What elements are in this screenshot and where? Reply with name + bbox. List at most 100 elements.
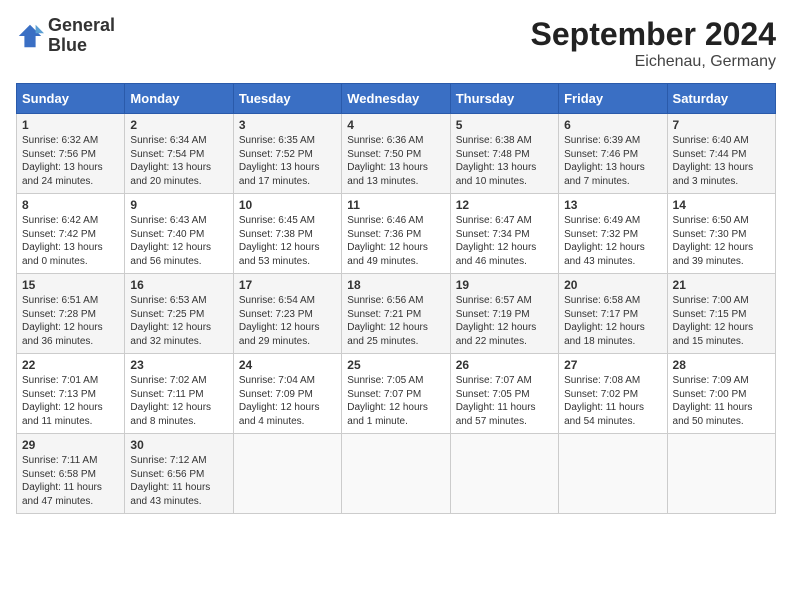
day-number: 8 <box>22 198 119 212</box>
day-info: Sunrise: 6:34 AMSunset: 7:54 PMDaylight:… <box>130 134 227 188</box>
calendar-day-cell: 29Sunrise: 7:11 AMSunset: 6:58 PMDayligh… <box>17 434 125 514</box>
day-info: Sunrise: 6:36 AMSunset: 7:50 PMDaylight:… <box>347 134 444 188</box>
calendar-day-cell <box>559 434 667 514</box>
day-info: Sunrise: 6:38 AMSunset: 7:48 PMDaylight:… <box>456 134 553 188</box>
day-number: 1 <box>22 118 119 132</box>
calendar-day-cell: 25 Sunrise: 7:05 AMSunset: 7:07 PMDayligh… <box>342 354 450 434</box>
calendar-header: SundayMondayTuesdayWednesdayThursdayFrid… <box>17 84 776 114</box>
calendar-day-cell: 18Sunrise: 6:56 AMSunset: 7:21 PMDayligh… <box>342 274 450 354</box>
day-info: Sunrise: 7:00 AMSunset: 7:15 PMDaylight:… <box>673 294 770 348</box>
day-number: 17 <box>239 278 336 292</box>
day-info: Sunrise: 6:57 AMSunset: 7:19 PMDaylight:… <box>456 294 553 348</box>
calendar-day-cell: 30 Sunrise: 7:12 AMSunset: 6:56 PMDayligh… <box>125 434 233 514</box>
day-number: 19 <box>456 278 553 292</box>
day-number: 25 <box>347 358 444 372</box>
day-number: 2 <box>130 118 227 132</box>
calendar-week-row: 8 Sunrise: 6:42 AMSunset: 7:42 PMDaylight… <box>17 194 776 274</box>
calendar-day-cell: 19 Sunrise: 6:57 AMSunset: 7:19 PMDayligh… <box>450 274 558 354</box>
calendar-day-cell <box>342 434 450 514</box>
day-info: Sunrise: 6:50 AMSunset: 7:30 PMDaylight:… <box>673 214 770 268</box>
day-number: 30 <box>130 438 227 452</box>
logo-icon <box>16 22 44 50</box>
day-info: Sunrise: 7:08 AMSunset: 7:02 PMDaylight:… <box>564 374 661 428</box>
day-number: 21 <box>673 278 770 292</box>
weekday-header: Saturday <box>667 84 775 114</box>
day-info: Sunrise: 7:01 AMSunset: 7:13 PMDaylight:… <box>22 374 119 428</box>
weekday-header: Monday <box>125 84 233 114</box>
day-number: 3 <box>239 118 336 132</box>
calendar-day-cell: 11 Sunrise: 6:46 AMSunset: 7:36 PMDayligh… <box>342 194 450 274</box>
day-info: Sunrise: 7:04 AMSunset: 7:09 PMDaylight:… <box>239 374 336 428</box>
day-number: 5 <box>456 118 553 132</box>
day-number: 4 <box>347 118 444 132</box>
calendar-table: SundayMondayTuesdayWednesdayThursdayFrid… <box>16 83 776 514</box>
day-number: 7 <box>673 118 770 132</box>
calendar-day-cell: 26 Sunrise: 7:07 AMSunset: 7:05 PMDayligh… <box>450 354 558 434</box>
day-info: Sunrise: 6:49 AMSunset: 7:32 PMDaylight:… <box>564 214 661 268</box>
day-info: Sunrise: 6:46 AMSunset: 7:36 PMDaylight:… <box>347 214 444 268</box>
calendar-week-row: 1Sunrise: 6:32 AMSunset: 7:56 PMDaylight… <box>17 114 776 194</box>
day-number: 26 <box>456 358 553 372</box>
day-info: Sunrise: 6:42 AMSunset: 7:42 PMDaylight:… <box>22 214 119 268</box>
calendar-day-cell: 4 Sunrise: 6:36 AMSunset: 7:50 PMDaylight… <box>342 114 450 194</box>
day-info: Sunrise: 7:05 AMSunset: 7:07 PMDaylight:… <box>347 374 444 428</box>
day-number: 6 <box>564 118 661 132</box>
calendar-day-cell: 13 Sunrise: 6:49 AMSunset: 7:32 PMDayligh… <box>559 194 667 274</box>
day-info: Sunrise: 6:56 AMSunset: 7:21 PMDaylight:… <box>347 294 444 348</box>
day-number: 16 <box>130 278 227 292</box>
day-number: 28 <box>673 358 770 372</box>
location: Eichenau, Germany <box>531 53 776 71</box>
day-info: Sunrise: 6:54 AMSunset: 7:23 PMDaylight:… <box>239 294 336 348</box>
calendar-day-cell: 15Sunrise: 6:51 AMSunset: 7:28 PMDayligh… <box>17 274 125 354</box>
calendar-day-cell <box>233 434 341 514</box>
calendar-day-cell: 16Sunrise: 6:53 AMSunset: 7:25 PMDayligh… <box>125 274 233 354</box>
day-info: Sunrise: 6:39 AMSunset: 7:46 PMDaylight:… <box>564 134 661 188</box>
day-number: 11 <box>347 198 444 212</box>
calendar-day-cell: 23 Sunrise: 7:02 AMSunset: 7:11 PMDayligh… <box>125 354 233 434</box>
calendar-day-cell: 22 Sunrise: 7:01 AMSunset: 7:13 PMDayligh… <box>17 354 125 434</box>
calendar-day-cell: 20 Sunrise: 6:58 AMSunset: 7:17 PMDayligh… <box>559 274 667 354</box>
day-info: Sunrise: 7:12 AMSunset: 6:56 PMDaylight:… <box>130 454 227 508</box>
calendar-day-cell: 8 Sunrise: 6:42 AMSunset: 7:42 PMDaylight… <box>17 194 125 274</box>
calendar-day-cell: 17 Sunrise: 6:54 AMSunset: 7:23 PMDayligh… <box>233 274 341 354</box>
day-info: Sunrise: 6:35 AMSunset: 7:52 PMDaylight:… <box>239 134 336 188</box>
calendar-day-cell: 7 Sunrise: 6:40 AMSunset: 7:44 PMDaylight… <box>667 114 775 194</box>
calendar-day-cell: 3 Sunrise: 6:35 AMSunset: 7:52 PMDaylight… <box>233 114 341 194</box>
calendar-day-cell: 28 Sunrise: 7:09 AMSunset: 7:00 PMDayligh… <box>667 354 775 434</box>
calendar-body: 1Sunrise: 6:32 AMSunset: 7:56 PMDaylight… <box>17 114 776 514</box>
calendar-day-cell <box>667 434 775 514</box>
day-info: Sunrise: 6:43 AMSunset: 7:40 PMDaylight:… <box>130 214 227 268</box>
day-info: Sunrise: 7:07 AMSunset: 7:05 PMDaylight:… <box>456 374 553 428</box>
day-number: 13 <box>564 198 661 212</box>
day-number: 20 <box>564 278 661 292</box>
day-number: 24 <box>239 358 336 372</box>
day-number: 29 <box>22 438 119 452</box>
day-number: 12 <box>456 198 553 212</box>
day-number: 14 <box>673 198 770 212</box>
weekday-row: SundayMondayTuesdayWednesdayThursdayFrid… <box>17 84 776 114</box>
day-info: Sunrise: 6:45 AMSunset: 7:38 PMDaylight:… <box>239 214 336 268</box>
calendar-day-cell: 9Sunrise: 6:43 AMSunset: 7:40 PMDaylight… <box>125 194 233 274</box>
month-year: September 2024 <box>531 16 776 53</box>
calendar-week-row: 15Sunrise: 6:51 AMSunset: 7:28 PMDayligh… <box>17 274 776 354</box>
calendar-day-cell <box>450 434 558 514</box>
day-number: 27 <box>564 358 661 372</box>
day-info: Sunrise: 7:09 AMSunset: 7:00 PMDaylight:… <box>673 374 770 428</box>
calendar-day-cell: 27 Sunrise: 7:08 AMSunset: 7:02 PMDayligh… <box>559 354 667 434</box>
weekday-header: Friday <box>559 84 667 114</box>
calendar-day-cell: 21 Sunrise: 7:00 AMSunset: 7:15 PMDayligh… <box>667 274 775 354</box>
calendar-week-row: 29Sunrise: 7:11 AMSunset: 6:58 PMDayligh… <box>17 434 776 514</box>
day-number: 15 <box>22 278 119 292</box>
weekday-header: Thursday <box>450 84 558 114</box>
day-number: 22 <box>22 358 119 372</box>
page-header: General Blue September 2024 Eichenau, Ge… <box>16 16 776 71</box>
day-number: 23 <box>130 358 227 372</box>
calendar-day-cell: 14 Sunrise: 6:50 AMSunset: 7:30 PMDayligh… <box>667 194 775 274</box>
weekday-header: Wednesday <box>342 84 450 114</box>
calendar-day-cell: 1Sunrise: 6:32 AMSunset: 7:56 PMDaylight… <box>17 114 125 194</box>
day-info: Sunrise: 6:58 AMSunset: 7:17 PMDaylight:… <box>564 294 661 348</box>
logo-line1: General <box>48 16 115 36</box>
logo-line2: Blue <box>48 36 115 56</box>
day-info: Sunrise: 6:40 AMSunset: 7:44 PMDaylight:… <box>673 134 770 188</box>
day-info: Sunrise: 7:02 AMSunset: 7:11 PMDaylight:… <box>130 374 227 428</box>
